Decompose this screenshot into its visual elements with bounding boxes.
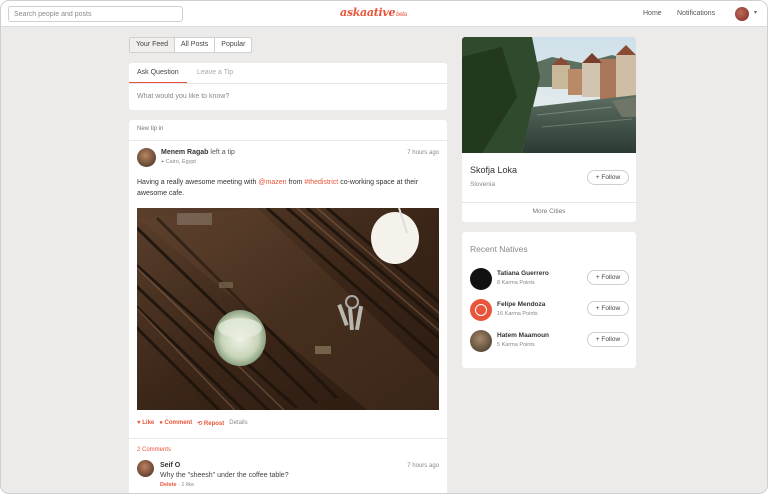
comment-time: 7 hours ago	[407, 463, 439, 469]
city-country: Slovenia	[470, 181, 495, 188]
native-karma: 16 Karma Points	[497, 311, 538, 317]
follow-label: Follow	[601, 336, 621, 343]
post-action-text: left a tip	[210, 149, 235, 156]
follow-native-button[interactable]: + Follow	[587, 332, 629, 347]
author-avatar[interactable]	[137, 148, 156, 167]
native-avatar[interactable]	[470, 268, 492, 290]
comment-author[interactable]: Seif O	[160, 462, 180, 469]
city-photo-image	[462, 37, 636, 153]
recent-natives-card: Recent Natives Tatiana Guerrero 8 Karma …	[462, 232, 636, 368]
mention-link[interactable]: @mazen	[258, 179, 286, 186]
native-karma: 5 Karma Points	[497, 342, 535, 348]
feed-post-card: New tip in Menem Ragab left a tip ⌖ Cair…	[129, 120, 447, 493]
comment-text: Why the "sheesh" under the coffee table?	[160, 472, 289, 479]
search-input[interactable]	[8, 6, 183, 22]
comments-count[interactable]: 2 Comments	[137, 447, 171, 453]
recent-natives-title: Recent Natives	[470, 244, 528, 254]
follow-native-button[interactable]: + Follow	[587, 301, 629, 316]
top-bar: askaativebeta Home Notifications ▾	[1, 1, 767, 27]
logo[interactable]: askaativebeta	[340, 6, 407, 19]
chevron-down-icon[interactable]: ▾	[754, 9, 757, 16]
delete-comment-button[interactable]: Delete	[160, 482, 177, 488]
post-photo-image	[137, 208, 439, 410]
post-time: 7 hours ago	[407, 150, 439, 156]
post-context-label: New tip in	[137, 126, 164, 132]
more-cities-link[interactable]: More Cities	[462, 208, 636, 215]
city-photo[interactable]	[462, 37, 636, 153]
post-actions: ♥ Like ● Comment ⟲ Repost Details	[137, 420, 248, 427]
nav-notifications[interactable]: Notifications	[677, 10, 715, 17]
repost-label: Repost	[203, 421, 225, 427]
plus-icon: +	[595, 274, 600, 281]
post-author[interactable]: Menem Ragab left a tip	[161, 149, 235, 156]
plus-icon: +	[595, 174, 600, 181]
city-name[interactable]: Skofja Loka	[470, 165, 517, 175]
divider	[129, 83, 447, 84]
tab-all-posts[interactable]: All Posts	[175, 38, 216, 52]
details-link[interactable]: Details	[229, 420, 247, 427]
comment-meta: Delete · 1 like	[160, 482, 194, 488]
ask-card: Ask Question Leave a Tip	[129, 63, 447, 110]
tab-popular[interactable]: Popular	[215, 38, 251, 52]
post-photo[interactable]	[137, 208, 439, 410]
follow-city-button[interactable]: + Follow	[587, 170, 629, 185]
logo-text: askaative	[340, 6, 396, 19]
comment-likes: · 1 like	[178, 482, 195, 488]
tab-ask-question[interactable]: Ask Question	[137, 69, 179, 76]
user-avatar[interactable]	[735, 7, 749, 21]
post-location-text: Cairo, Egypt	[165, 159, 196, 165]
tab-leave-tip[interactable]: Leave a Tip	[197, 69, 233, 76]
plus-icon: +	[595, 305, 600, 312]
logo-beta: beta	[396, 12, 407, 18]
hashtag-link[interactable]: #thedistrict	[304, 179, 338, 186]
native-name[interactable]: Tatiana Guerrero	[497, 270, 549, 277]
divider	[129, 438, 447, 439]
question-input[interactable]	[137, 93, 437, 100]
native-name[interactable]: Hatem Maamoun	[497, 332, 549, 339]
nav-home[interactable]: Home	[643, 10, 662, 17]
repost-button[interactable]: ⟲ Repost	[197, 420, 224, 427]
follow-label: Follow	[601, 274, 621, 281]
like-label: Like	[142, 420, 155, 426]
plus-icon: +	[595, 336, 600, 343]
post-location: ⌖ Cairo, Egypt	[161, 159, 196, 166]
follow-label: Follow	[601, 305, 621, 312]
post-text-mid: from	[286, 179, 305, 186]
app-window: askaativebeta Home Notifications ▾ Your …	[0, 0, 768, 494]
divider	[462, 202, 636, 203]
native-avatar[interactable]	[470, 299, 492, 321]
post-author-name: Menem Ragab	[161, 149, 209, 156]
comment-label: Comment	[164, 420, 193, 426]
like-button[interactable]: ♥ Like	[137, 420, 154, 427]
city-card: Skofja Loka Slovenia + Follow More Citie…	[462, 37, 636, 222]
native-avatar[interactable]	[470, 330, 492, 352]
native-karma: 8 Karma Points	[497, 280, 535, 286]
heart-icon: ♥	[137, 420, 141, 426]
divider	[129, 140, 447, 141]
native-name[interactable]: Felipe Mendoza	[497, 301, 545, 308]
default-avatar-icon	[475, 304, 487, 316]
post-text-before: Having a really awesome meeting with	[137, 179, 259, 186]
commenter-avatar[interactable]	[137, 460, 154, 477]
post-body: Having a really awesome meeting with @ma…	[137, 177, 437, 199]
follow-label: Follow	[601, 174, 621, 181]
feed-tabs: Your Feed All Posts Popular	[129, 37, 253, 53]
repost-icon: ⟲	[197, 421, 203, 427]
location-pin-icon: ⌖	[161, 159, 165, 165]
tab-your-feed[interactable]: Your Feed	[130, 38, 176, 52]
speech-bubble-icon: ●	[159, 420, 163, 426]
comment-button[interactable]: ● Comment	[159, 420, 192, 427]
follow-native-button[interactable]: + Follow	[587, 270, 629, 285]
